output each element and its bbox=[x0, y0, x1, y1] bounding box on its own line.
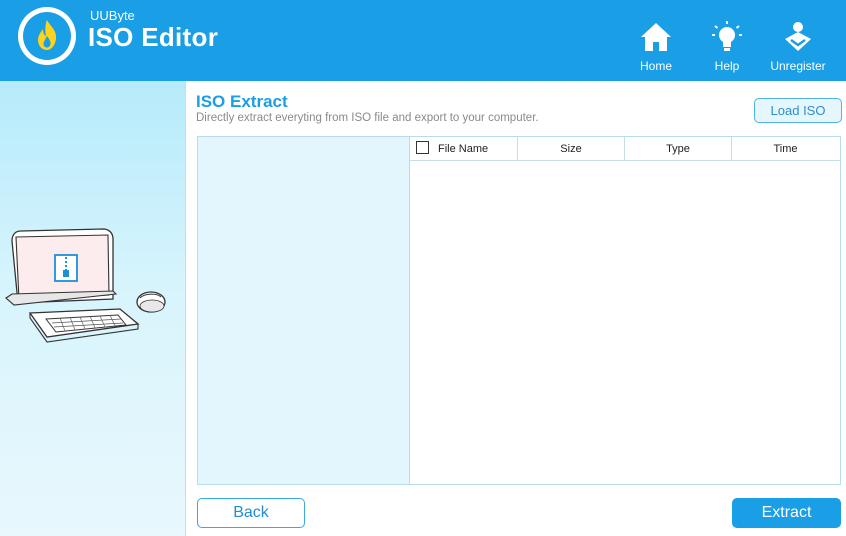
bulb-icon bbox=[712, 21, 742, 51]
main-content: ISO Extract Directly extract everyting f… bbox=[185, 81, 846, 536]
flame-logo-icon bbox=[38, 20, 57, 50]
left-sidebar bbox=[0, 81, 185, 536]
app-title: ISO Editor bbox=[88, 22, 219, 52]
page-title: ISO Extract bbox=[196, 92, 288, 111]
load-iso-button[interactable]: Load ISO bbox=[754, 98, 842, 123]
column-type[interactable]: Type bbox=[625, 137, 732, 161]
zip-file-icon bbox=[54, 254, 78, 282]
mouse-icon bbox=[136, 291, 166, 313]
folder-tree-panel[interactable] bbox=[197, 136, 410, 485]
file-list-panel[interactable]: File Name Size Type Time bbox=[410, 136, 841, 485]
column-file-name[interactable]: File Name bbox=[410, 137, 518, 161]
nav-help-label: Help bbox=[714, 59, 740, 73]
nav-help[interactable]: Help bbox=[710, 20, 744, 73]
extract-button[interactable]: Extract bbox=[732, 498, 841, 528]
page-subtitle: Directly extract everyting from ISO file… bbox=[196, 112, 539, 124]
computer-illustration bbox=[5, 228, 166, 343]
nav-unregister-label: Unregister bbox=[770, 59, 826, 73]
header-bar: UUByte ISO Editor Home Help Unregister bbox=[0, 0, 846, 81]
nav-unregister[interactable]: Unregister bbox=[767, 20, 829, 73]
app-logo bbox=[18, 7, 76, 65]
nav-home[interactable]: Home bbox=[637, 20, 675, 73]
select-all-checkbox[interactable] bbox=[416, 141, 429, 154]
brand-name: UUByte bbox=[90, 8, 135, 23]
nav-home-label: Home bbox=[639, 59, 672, 73]
column-time[interactable]: Time bbox=[732, 137, 839, 161]
file-list-header: File Name Size Type Time bbox=[410, 137, 840, 161]
home-icon bbox=[641, 23, 671, 51]
back-button[interactable]: Back bbox=[197, 498, 305, 528]
column-file-name-label: File Name bbox=[438, 143, 489, 155]
unregister-icon bbox=[785, 22, 811, 51]
column-size[interactable]: Size bbox=[518, 137, 625, 161]
